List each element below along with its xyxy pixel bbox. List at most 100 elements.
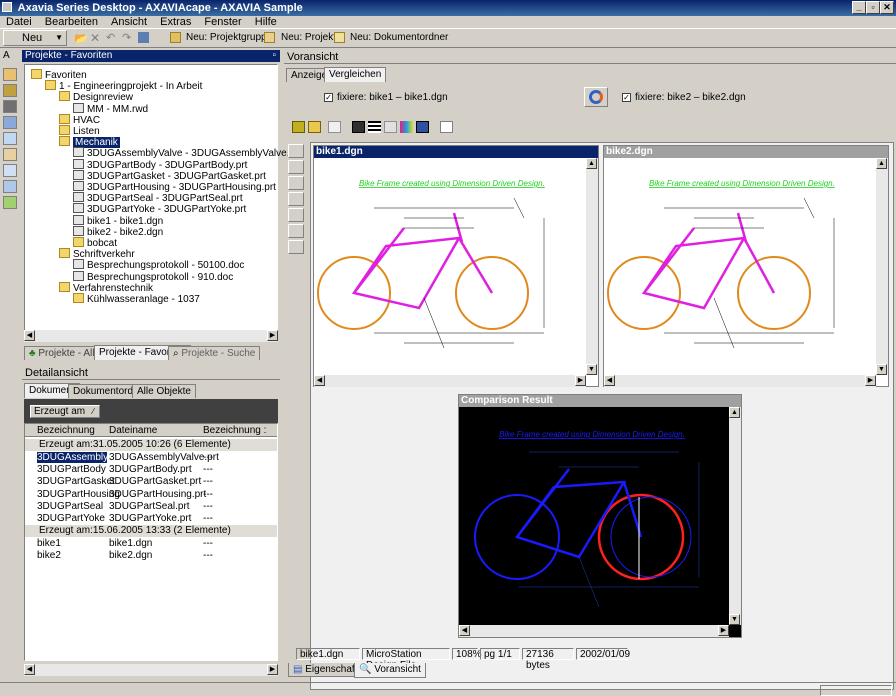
column-header[interactable]: Bezeichnung :: [203, 425, 266, 436]
tool-icon-3[interactable]: [3, 100, 17, 113]
table-cell[interactable]: 3DUGPartSeal.prt: [109, 501, 190, 512]
table-cell[interactable]: 3DUGPartYoke.prt: [109, 513, 191, 524]
menu-fenster[interactable]: Fenster: [204, 16, 241, 28]
view1-scroll-down[interactable]: ▼: [586, 364, 597, 375]
tree-item[interactable]: 3DUGPartBody - 3DUGPartBody.prt: [73, 158, 247, 171]
tab-vergleichen[interactable]: Vergleichen: [324, 67, 387, 82]
tool-icon-4[interactable]: [3, 116, 17, 129]
tool-icon-5[interactable]: [3, 132, 17, 145]
column-header[interactable]: Bezeichnung: [37, 425, 95, 436]
scroll-right-button[interactable]: ▶: [267, 330, 278, 341]
tree-item[interactable]: 3DUGPartHousing - 3DUGPartHousing.prt: [73, 181, 276, 193]
table-cell[interactable]: 3DUGPartGasket.prt: [109, 476, 201, 487]
scroll-left-button[interactable]: ◀: [24, 330, 35, 341]
delete-icon[interactable]: ✕: [90, 31, 100, 45]
docfolder-icon[interactable]: [334, 32, 345, 43]
compare-scroll-down[interactable]: ▼: [729, 614, 740, 625]
tab-voransicht[interactable]: 🔍 Voransicht: [354, 663, 426, 678]
viewer-open-icon[interactable]: [292, 121, 305, 133]
tree-item[interactable]: HVAC: [59, 113, 100, 126]
compare-scroll-right[interactable]: ▶: [718, 625, 729, 636]
view2-scroll-down[interactable]: ▼: [876, 364, 887, 375]
tree-item[interactable]: Mechanik: [59, 136, 120, 149]
view2-scroll-right[interactable]: ▶: [865, 375, 876, 386]
tree-item[interactable]: 3DUGPartYoke - 3DUGPartYoke.prt: [73, 203, 246, 215]
table-cell[interactable]: ---: [203, 550, 213, 561]
tree-item[interactable]: bike2 - bike2.dgn: [73, 225, 163, 238]
fix1-checkbox[interactable]: ✓: [324, 93, 333, 102]
menu-hilfe[interactable]: Hilfe: [255, 16, 277, 28]
tree-item[interactable]: Designreview: [59, 91, 133, 103]
compare-hscroll[interactable]: ◀ ▶: [459, 625, 729, 637]
viewer-grid-icon[interactable]: [440, 121, 453, 133]
maximize-button[interactable]: ▫: [866, 1, 880, 14]
side-tool-6[interactable]: [288, 224, 304, 238]
table-cell[interactable]: 3DUGPartSeal: [37, 501, 103, 512]
menu-extras[interactable]: Extras: [160, 16, 191, 28]
tree-item[interactable]: 3DUGPartGasket - 3DUGPartGasket.prt: [73, 169, 266, 182]
side-tool-1[interactable]: [288, 144, 304, 158]
tool-icon-7[interactable]: [3, 164, 17, 177]
tree-item[interactable]: 1 - Engineeringprojekt - In Arbeit: [45, 80, 202, 92]
side-tool-4[interactable]: [288, 192, 304, 206]
project-icon[interactable]: [264, 32, 275, 43]
tab-all-objects[interactable]: Alle Objekte: [132, 384, 196, 398]
compare-scroll-up[interactable]: ▲: [729, 407, 740, 418]
view1-scroll-right[interactable]: ▶: [575, 375, 586, 386]
panel-close-icon[interactable]: ▫: [272, 50, 276, 62]
table-cell[interactable]: ---: [203, 452, 213, 463]
menu-bearbeiten[interactable]: Bearbeiten: [45, 16, 98, 28]
grid-hscrollbar[interactable]: ◀ ▶: [24, 664, 278, 676]
view2-hscroll[interactable]: ◀ ▶: [604, 375, 876, 387]
grid-scroll-left[interactable]: ◀: [24, 664, 35, 675]
tool-icon-2[interactable]: [3, 84, 17, 97]
properties-icon[interactable]: [138, 32, 149, 43]
minimize-button[interactable]: _: [852, 1, 866, 14]
table-cell[interactable]: ---: [203, 501, 213, 512]
viewer-folder-icon[interactable]: [308, 121, 321, 133]
column-header[interactable]: Dateiname: [109, 425, 157, 436]
viewer-lines-icon[interactable]: [368, 121, 381, 133]
group-row[interactable]: Erzeugt am:31.05.2005 10:26 (6 Elemente): [25, 439, 277, 451]
table-cell[interactable]: 3DUGAssemblyValve: [37, 452, 107, 463]
table-cell[interactable]: ---: [203, 489, 213, 500]
compare-vscroll[interactable]: ▲ ▼: [729, 407, 741, 625]
tree-item[interactable]: MM - MM.rwd: [73, 102, 148, 115]
tree-item[interactable]: Listen: [59, 125, 100, 137]
table-cell[interactable]: 3DUGPartBody.prt: [109, 464, 192, 475]
tree-item[interactable]: Kühlwasseranlage - 1037: [73, 293, 200, 305]
new-docfolder-button[interactable]: Neu: Dokumentordner: [350, 32, 448, 43]
menu-datei[interactable]: Datei: [6, 16, 32, 28]
swap-compare-button[interactable]: [584, 87, 608, 107]
tool-icon-1[interactable]: [3, 68, 17, 81]
table-cell[interactable]: bike1.dgn: [109, 538, 152, 549]
table-cell[interactable]: bike2: [37, 550, 61, 561]
tree-item[interactable]: bobcat: [73, 237, 117, 249]
side-tool-3[interactable]: [288, 176, 304, 190]
tool-icon-9[interactable]: [3, 196, 17, 209]
tree-item[interactable]: Besprechungsprotokoll - 50100.doc: [73, 259, 244, 271]
compare-scroll-left[interactable]: ◀: [459, 625, 470, 636]
side-tool-2[interactable]: [288, 160, 304, 174]
document-grid[interactable]: Bezeichnung Dateiname Bezeichnung : Erzeugt…: [24, 423, 278, 661]
tool-icon-8[interactable]: [3, 180, 17, 193]
tree-item[interactable]: Favoriten: [31, 69, 87, 81]
project-tree[interactable]: Favoriten 1 - Engineeringprojekt - In Arb…: [24, 64, 301, 342]
bike1-drawing[interactable]: Bike Frame created using Dimension Drive…: [314, 158, 586, 373]
undo-icon[interactable]: ↶: [106, 31, 115, 44]
table-cell[interactable]: ---: [203, 464, 213, 475]
view1-scroll-left[interactable]: ◀: [314, 375, 325, 386]
tab-projects-search[interactable]: ⌕ Projekte - Suche: [168, 346, 261, 360]
tree-hscrollbar[interactable]: ◀ ▶: [24, 330, 278, 342]
side-tool-7[interactable]: [288, 240, 304, 254]
table-cell[interactable]: ---: [203, 476, 213, 487]
tool-icon-6[interactable]: [3, 148, 17, 161]
view1-vscroll[interactable]: ▲ ▼: [586, 158, 598, 375]
menu-ansicht[interactable]: Ansicht: [111, 16, 147, 28]
view2-scroll-up[interactable]: ▲: [876, 158, 887, 169]
side-tool-5[interactable]: [288, 208, 304, 222]
view1-scroll-up[interactable]: ▲: [586, 158, 597, 169]
new-dropdown[interactable]: Neu ▼: [3, 30, 67, 46]
group-row[interactable]: Erzeugt am:15.06.2005 13:33 (2 Elemente): [25, 525, 277, 538]
view2-scroll-left[interactable]: ◀: [604, 375, 615, 386]
